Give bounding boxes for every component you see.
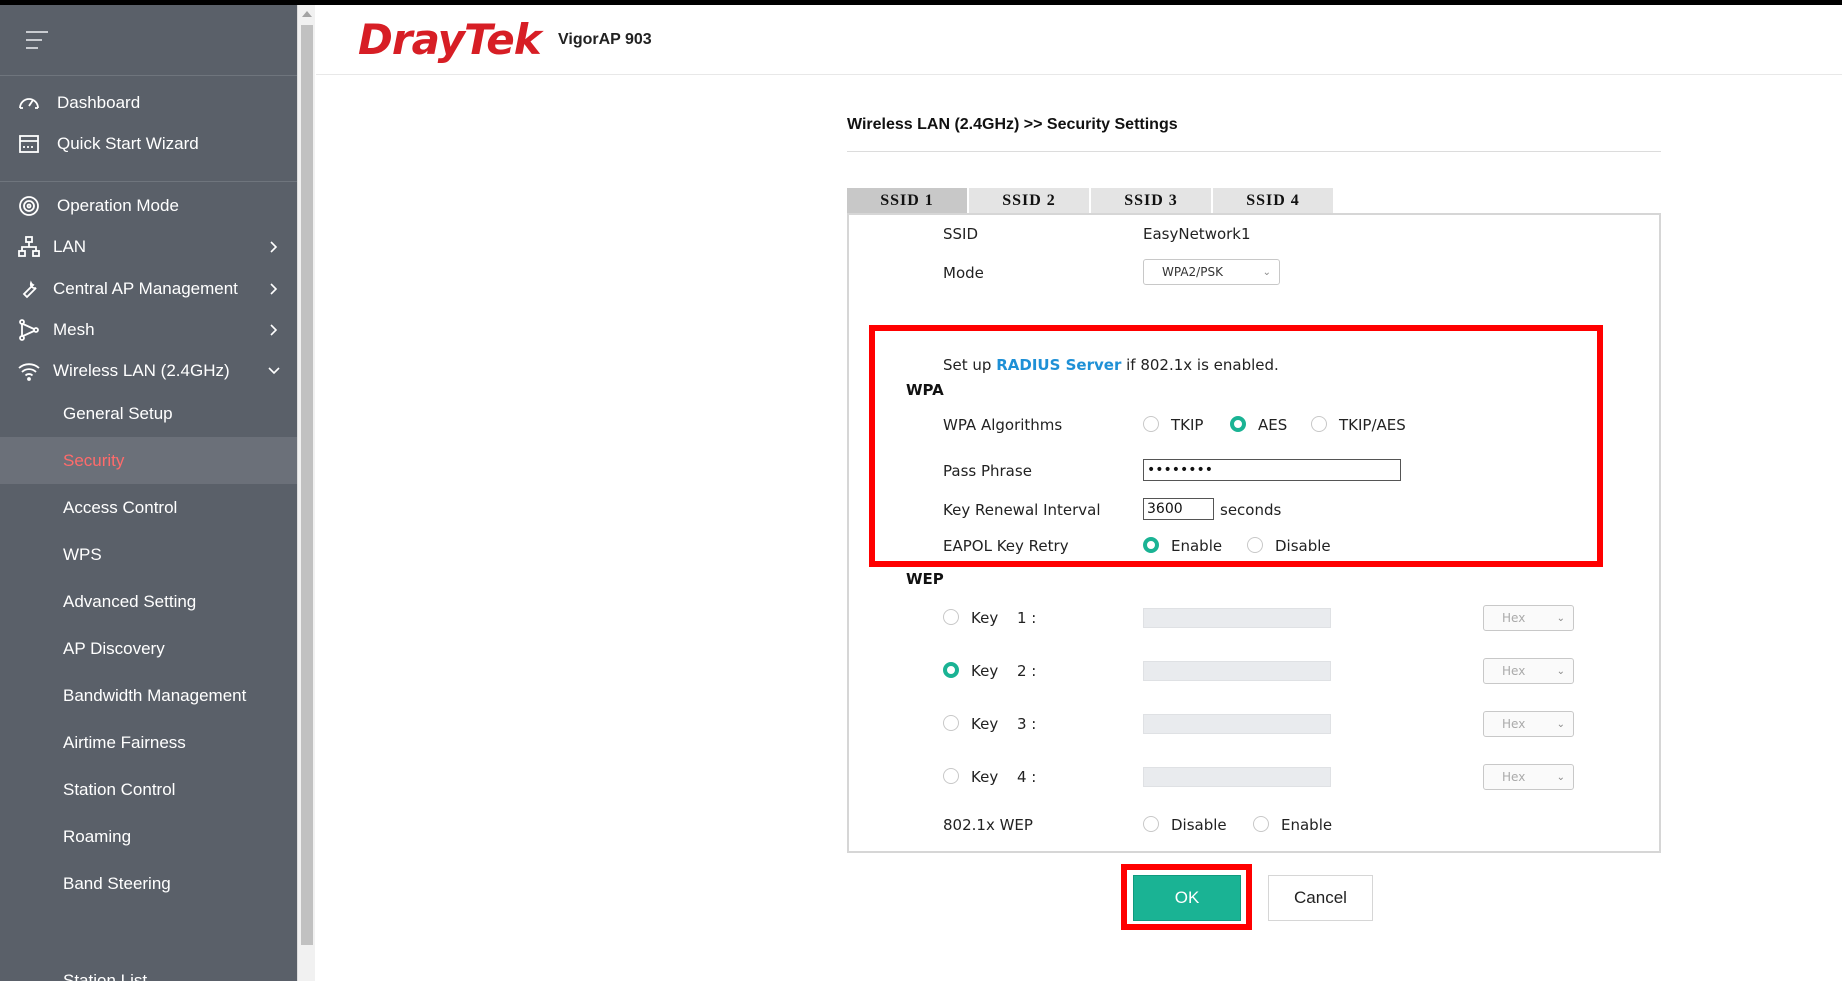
ssid-tabs: SSID 1 SSID 2 SSID 3 SSID 4 (847, 188, 1335, 214)
mode-select-value: WPA2/PSK (1162, 265, 1223, 279)
tab-ssid-4[interactable]: SSID 4 (1213, 188, 1333, 214)
scroll-up-icon[interactable] (302, 11, 312, 17)
sidebar-item-label: Quick Start Wizard (57, 134, 199, 153)
sidebar-sub-station-control[interactable]: Station Control (0, 766, 297, 813)
sidebar-scrollbar[interactable] (297, 5, 315, 981)
sidebar-item-quick-start[interactable]: Quick Start Wizard (0, 120, 297, 168)
divider (0, 75, 297, 76)
wep-key-2-label: Key (971, 662, 999, 680)
sidebar-sub-access-control[interactable]: Access Control (0, 484, 297, 531)
wep-key-2-input[interactable] (1143, 661, 1331, 681)
scrollbar-thumb[interactable] (301, 25, 313, 945)
chevron-right-icon (267, 240, 281, 254)
wep-key-2-format-value: Hex (1502, 664, 1526, 678)
sidebar: Dashboard Quick Start Wizard Operation M… (0, 5, 297, 981)
radio-8021x-disable-label: Disable (1171, 816, 1227, 834)
ssid-value: EasyNetwork1 (1143, 225, 1251, 243)
sidebar-sub-roaming[interactable]: Roaming (0, 813, 297, 860)
wep-key-4-num: 4 : (1017, 768, 1037, 786)
radio-wep-key-1[interactable] (943, 609, 959, 625)
menu-toggle-icon[interactable] (26, 31, 48, 49)
tab-ssid-1[interactable]: SSID 1 (847, 188, 967, 214)
mesh-icon (16, 317, 42, 343)
wep-key-1-format-value: Hex (1502, 611, 1526, 625)
sidebar-item-label: Dashboard (57, 93, 141, 112)
wep-8021x-label: 802.1x WEP (943, 816, 1033, 834)
cancel-button[interactable]: Cancel (1268, 875, 1373, 921)
sidebar-sub-band-steering[interactable]: Band Steering (0, 860, 297, 907)
radio-wep-key-2[interactable] (943, 662, 959, 678)
chevron-down-icon: ⌄ (1556, 772, 1565, 783)
mode-select[interactable]: WPA2/PSK ⌄ (1143, 259, 1280, 285)
ssid-label: SSID (943, 225, 979, 243)
chevron-down-icon: ⌄ (1556, 613, 1565, 624)
sidebar-sub-ap-discovery[interactable]: AP Discovery (0, 625, 297, 672)
wep-key-4-label: Key (971, 768, 999, 786)
sidebar-item-lan[interactable]: LAN (0, 223, 297, 271)
mode-label: Mode (943, 264, 984, 282)
radio-8021x-enable[interactable] (1253, 816, 1269, 832)
chevron-right-icon (267, 323, 281, 337)
sidebar-item-label: Mesh (53, 320, 95, 339)
sidebar-item-label: LAN (53, 237, 87, 256)
ok-button[interactable]: OK (1133, 875, 1241, 921)
wifi-icon (16, 358, 42, 384)
sidebar-sub-bandwidth[interactable]: Bandwidth Management (0, 672, 297, 719)
sidebar-sub-airtime[interactable]: Airtime Fairness (0, 719, 297, 766)
wep-key-1-label: Key (971, 609, 999, 627)
header: DrayTek VigorAP 903 (316, 5, 1842, 75)
radio-8021x-disable[interactable] (1143, 816, 1159, 832)
draytek-logo: DrayTek (358, 15, 542, 64)
sidebar-item-label: Operation Mode (57, 196, 179, 215)
wep-key-4-format-value: Hex (1502, 770, 1526, 784)
wep-key-1-format[interactable]: Hex ⌄ (1483, 605, 1574, 631)
wep-key-1-num: 1 : (1017, 609, 1037, 627)
chevron-down-icon: ⌄ (1262, 267, 1271, 278)
wep-key-3-format-value: Hex (1502, 717, 1526, 731)
wep-key-1-input[interactable] (1143, 608, 1331, 628)
wep-heading: WEP (906, 570, 944, 588)
sidebar-item-wireless-24[interactable]: Wireless LAN (2.4GHz) (0, 347, 297, 395)
gauge-icon (16, 90, 42, 116)
sidebar-sub-wps[interactable]: WPS (0, 531, 297, 578)
chevron-right-icon (267, 282, 281, 296)
divider (847, 151, 1661, 152)
sidebar-item-label: Wireless LAN (2.4GHz) (53, 361, 230, 380)
wep-key-3-input[interactable] (1143, 714, 1331, 734)
chevron-down-icon: ⌄ (1556, 719, 1565, 730)
chevron-down-icon: ⌄ (1556, 666, 1565, 677)
sidebar-sub-advanced-setting[interactable]: Advanced Setting (0, 578, 297, 625)
tab-ssid-3[interactable]: SSID 3 (1091, 188, 1211, 214)
sidebar-sub-general-setup[interactable]: General Setup (0, 390, 297, 437)
sidebar-item-label: Central AP Management (53, 279, 238, 298)
wep-key-3-format[interactable]: Hex ⌄ (1483, 711, 1574, 737)
radio-wep-key-3[interactable] (943, 715, 959, 731)
wep-key-4-input[interactable] (1143, 767, 1331, 787)
tab-ssid-2[interactable]: SSID 2 (969, 188, 1089, 214)
wizard-icon (16, 131, 42, 157)
wep-key-3-label: Key (971, 715, 999, 733)
chevron-down-icon (267, 364, 281, 378)
wep-key-2-format[interactable]: Hex ⌄ (1483, 658, 1574, 684)
network-icon (16, 234, 42, 260)
sidebar-sub-station-list[interactable]: Station List (0, 957, 297, 981)
wep-key-2-num: 2 : (1017, 662, 1037, 680)
wrench-icon (16, 276, 42, 302)
model-name: VigorAP 903 (558, 31, 652, 48)
wep-key-4-format[interactable]: Hex ⌄ (1483, 764, 1574, 790)
sidebar-sub-security[interactable]: Security (0, 437, 297, 484)
breadcrumb: Wireless LAN (2.4GHz) >> Security Settin… (847, 116, 1178, 133)
radio-8021x-enable-label: Enable (1281, 816, 1333, 834)
wep-key-3-num: 3 : (1017, 715, 1037, 733)
radio-wep-key-4[interactable] (943, 768, 959, 784)
highlight-wpa-box (869, 325, 1603, 567)
operation-icon (16, 193, 42, 219)
